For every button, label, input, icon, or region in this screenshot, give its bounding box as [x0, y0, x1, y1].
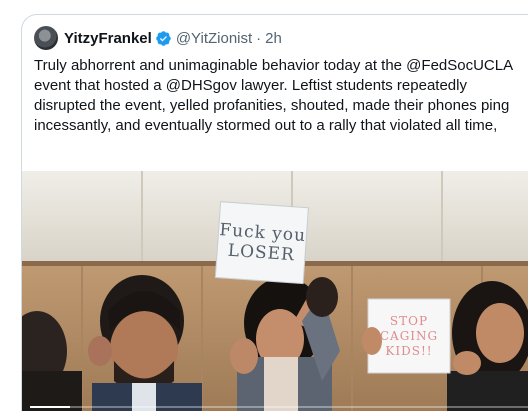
sign-right-text: STOP CAGING KIDS!!: [379, 313, 439, 358]
tweet-video[interactable]: Fuck you LOSER STOP CAGING KIDS!!: [22, 171, 528, 411]
quoted-tweet-card[interactable]: YitzyFrankel @YitZionist · 2h Truly abho…: [21, 14, 528, 411]
verified-badge-icon: [156, 30, 171, 46]
handle[interactable]: @YitZionist: [176, 30, 252, 47]
separator-dot: ·: [256, 29, 262, 47]
video-progress-bar[interactable]: [30, 406, 528, 408]
avatar[interactable]: [34, 26, 58, 50]
sign-left-text: Fuck you LOSER: [218, 220, 307, 266]
sign-right: STOP CAGING KIDS!!: [368, 301, 450, 371]
display-name[interactable]: YitzyFrankel: [64, 30, 152, 47]
sign-left: Fuck you LOSER: [216, 204, 309, 282]
timestamp[interactable]: 2h: [265, 30, 282, 47]
tweet-header: YitzyFrankel @YitZionist · 2h: [34, 26, 282, 50]
video-progress-fill: [30, 406, 70, 408]
tweet-text: Truly abhorrent and unimaginable behavio…: [34, 57, 517, 134]
